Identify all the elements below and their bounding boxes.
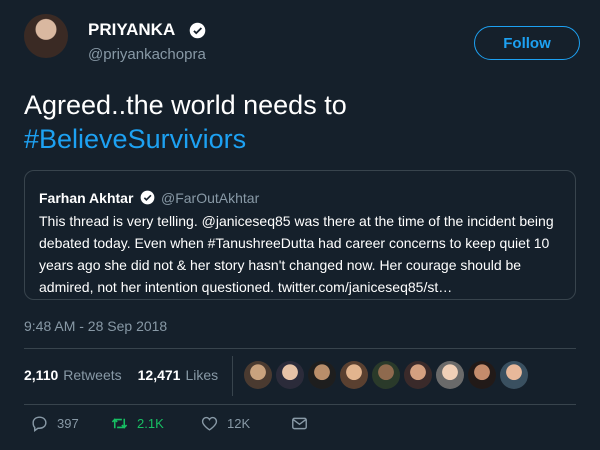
tweet-actions: 397 2.1K 12K <box>30 414 309 433</box>
divider <box>232 356 233 396</box>
reply-count: 397 <box>57 416 79 431</box>
likes-count: 12,471 <box>137 367 181 383</box>
retweets-count: 2,110 <box>24 367 59 383</box>
liker-avatar[interactable] <box>276 361 304 389</box>
liker-avatar[interactable] <box>340 361 368 389</box>
tweet-timestamp[interactable]: 9:48 AM - 28 Sep 2018 <box>24 318 167 334</box>
profile-avatar[interactable] <box>24 14 68 58</box>
quoted-tweet[interactable]: Farhan Akhtar @FarOutAkhtar This thread … <box>24 170 576 300</box>
liker-avatar[interactable] <box>308 361 336 389</box>
like-button[interactable]: 12K <box>200 414 290 433</box>
engagement-stats: 2,110 Retweets 12,471 Likes <box>24 367 218 383</box>
like-count: 12K <box>227 416 251 431</box>
likes-stat[interactable]: 12,471 Likes <box>138 367 219 383</box>
tweet-text-line: Agreed..the world needs to <box>24 90 347 120</box>
liker-avatar[interactable] <box>500 361 528 389</box>
author-handle[interactable]: @priyankachopra <box>88 46 206 63</box>
retweet-count: 2.1K <box>137 416 164 431</box>
author-name[interactable]: PRIYANKA <box>88 20 175 40</box>
retweets-label: Retweets <box>63 367 122 383</box>
tweet-text: Agreed..the world needs to #BelieveSurvi… <box>24 88 347 156</box>
retweet-button[interactable]: 2.1K <box>110 414 200 433</box>
direct-message-icon <box>292 417 307 430</box>
verified-badge-icon <box>140 190 155 205</box>
liker-avatar[interactable] <box>372 361 400 389</box>
likes-label: Likes <box>185 367 219 383</box>
hashtag-link[interactable]: #BelieveSurviviors <box>24 122 347 156</box>
like-heart-icon <box>201 416 218 431</box>
liker-avatar[interactable] <box>468 361 496 389</box>
liker-avatar[interactable] <box>436 361 464 389</box>
liker-avatar[interactable] <box>244 361 272 389</box>
quoted-author-name: Farhan Akhtar <box>39 190 134 206</box>
quoted-tweet-text: This thread is very telling. @janiceseq8… <box>39 213 554 295</box>
divider <box>24 404 576 405</box>
retweet-icon <box>111 418 128 429</box>
retweets-stat[interactable]: 2,110 Retweets <box>24 367 122 383</box>
reply-button[interactable]: 397 <box>30 414 110 433</box>
quoted-author-handle: @FarOutAkhtar <box>161 190 260 206</box>
follow-button[interactable]: Follow <box>474 26 580 60</box>
divider <box>24 348 576 349</box>
verified-badge-icon <box>189 22 206 39</box>
reply-icon <box>32 416 47 433</box>
direct-message-button[interactable] <box>290 414 309 433</box>
liker-avatars <box>244 361 528 389</box>
liker-avatar[interactable] <box>404 361 432 389</box>
